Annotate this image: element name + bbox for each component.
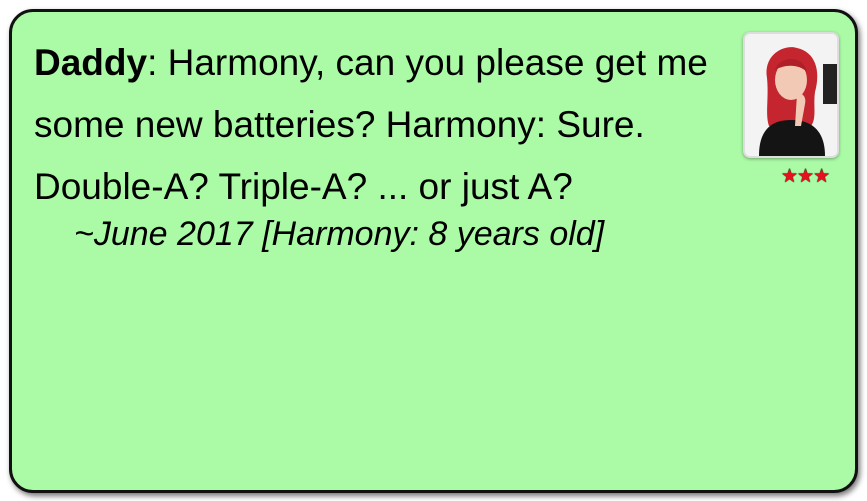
quote-card: Daddy: Harmony, can you please get me so… — [9, 9, 858, 493]
speaker-name: Daddy — [34, 42, 148, 83]
star-icon: ★★★ — [781, 165, 830, 187]
avatar-illustration — [745, 34, 837, 156]
star-rating: ★★★ — [781, 165, 830, 187]
quote-dateline: ~June 2017 [Harmony: 8 years old] — [74, 215, 605, 253]
avatar-photo — [743, 32, 839, 158]
quote-text: Daddy: Harmony, can you please get me so… — [34, 32, 734, 218]
